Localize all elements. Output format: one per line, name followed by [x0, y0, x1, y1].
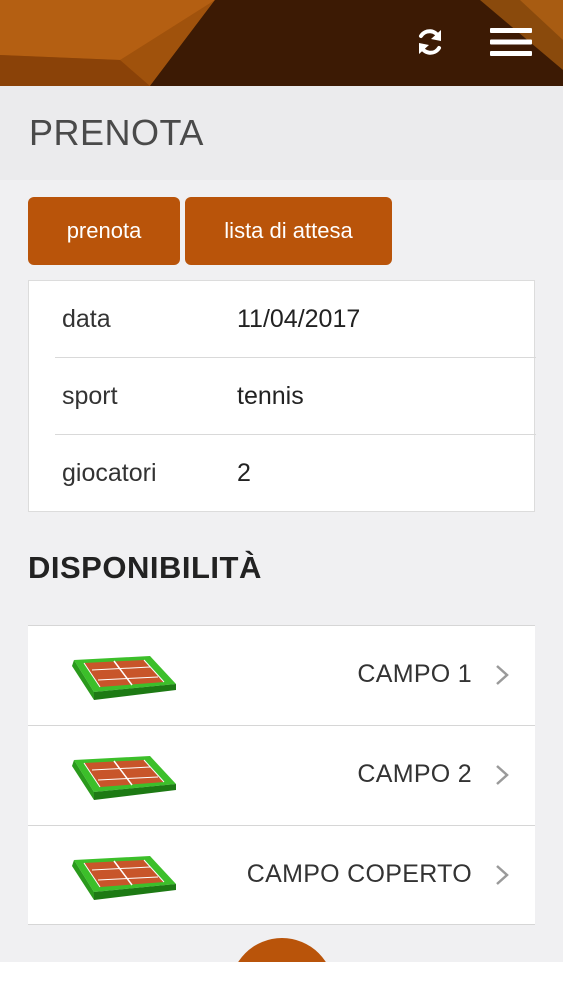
fab-clip — [0, 0, 563, 962]
floating-action-button[interactable] — [230, 938, 334, 962]
bottom-bar — [0, 962, 563, 1000]
